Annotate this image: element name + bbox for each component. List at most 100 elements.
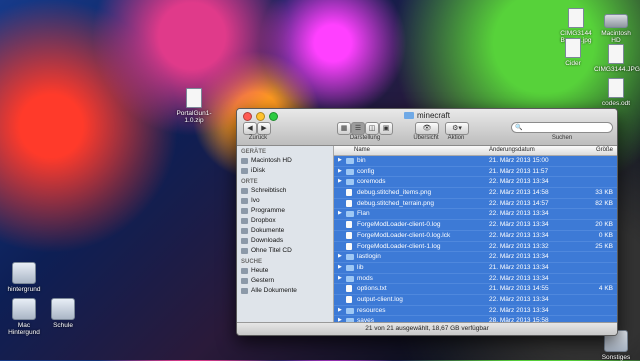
idisk-icon xyxy=(241,168,248,174)
disclosure-triangle-icon[interactable]: ▶ xyxy=(338,177,342,187)
sidebar-item-ivo[interactable]: Ivo xyxy=(237,196,333,206)
column-header: Name Änderungsdatum Größe xyxy=(334,146,617,156)
file-size: 0 KB xyxy=(598,231,613,239)
document-icon xyxy=(346,231,352,239)
file-row[interactable]: output-client.log 22. März 2013 13:34 xyxy=(334,294,617,306)
sidebar-item-alle-dokumente[interactable]: Alle Dokumente xyxy=(237,286,333,296)
folder-icon xyxy=(346,211,354,218)
file-date: 21. März 2013 15:00 xyxy=(489,157,549,164)
disclosure-triangle-icon[interactable]: ▶ xyxy=(338,167,342,177)
file-name: debug.stitched_items.png xyxy=(357,189,432,197)
desktop-icon-hintergrund[interactable]: hintergrund xyxy=(4,262,44,293)
desktop-icon xyxy=(241,188,248,194)
desktop-icon-cimg[interactable]: CIMG3144.JPG xyxy=(594,44,640,73)
file-row[interactable]: ForgeModLoader-client-1.log 22. März 2013… xyxy=(334,241,617,253)
desktop-icon-portalgun[interactable]: PortalGun1-1.0.zip xyxy=(172,88,216,124)
file-row[interactable]: ▶ resources 22. März 2013 13:34 xyxy=(334,305,617,317)
file-name: config xyxy=(357,167,375,175)
view-list-button[interactable]: ☰ xyxy=(351,122,365,135)
disclosure-triangle-icon[interactable]: ▶ xyxy=(338,252,342,262)
back-button[interactable]: ◀ xyxy=(243,122,257,135)
file-row[interactable]: ▶ config 21. März 2013 11:57 xyxy=(334,166,617,178)
disclosure-triangle-icon[interactable]: ▶ xyxy=(338,263,342,273)
document-icon xyxy=(346,242,352,250)
view-columns-button[interactable]: ◫ xyxy=(365,122,379,135)
quicklook-label: Übersicht xyxy=(413,135,439,141)
view-icons-button[interactable]: ▦ xyxy=(337,122,351,135)
file-row[interactable]: ▶ mods 22. März 2013 13:34 xyxy=(334,273,617,285)
document-icon xyxy=(346,189,352,197)
disclosure-triangle-icon[interactable]: ▶ xyxy=(338,306,342,316)
file-row[interactable]: options.txt 21. März 2013 14:55 4 KB xyxy=(334,284,617,295)
file-size: 4 KB xyxy=(598,285,613,293)
disclosure-triangle-icon[interactable]: ▶ xyxy=(338,209,342,219)
search-label: Suchen xyxy=(551,135,573,141)
file-row[interactable]: ForgeModLoader-client-0.log.lck 22. März … xyxy=(334,230,617,242)
desktop-icon-mac-hintergund[interactable]: Mac Hintergund xyxy=(4,298,44,336)
document-icon xyxy=(346,221,352,229)
file-date: 22. März 2013 14:57 xyxy=(489,199,549,207)
folder-icon xyxy=(346,168,354,175)
disclosure-triangle-icon[interactable]: ▶ xyxy=(338,156,342,166)
sidebar-item-macintosh-hd[interactable]: Macintosh HD xyxy=(237,156,333,166)
file-name: lib xyxy=(357,263,364,271)
finder-window[interactable]: minecraft ◀ ▶ Zurück ▦ ☰ ◫ ▣ Darstellung… xyxy=(236,108,618,336)
sidebar-item-gestern[interactable]: Gestern xyxy=(237,276,333,286)
document-icon xyxy=(346,199,352,207)
sidebar-header-places: ORTE xyxy=(241,179,258,185)
search-input[interactable] xyxy=(511,122,613,134)
column-date[interactable]: Änderungsdatum xyxy=(489,147,535,153)
desktop-icon-codes[interactable]: codes.odt xyxy=(596,78,636,107)
file-date: 21. März 2013 13:34 xyxy=(489,263,549,271)
sidebar-item-dokumente[interactable]: Dokumente xyxy=(237,226,333,236)
image-file-icon xyxy=(608,44,624,64)
column-name[interactable]: Name xyxy=(354,147,370,153)
sidebar-item-dropbox[interactable]: Dropbox xyxy=(237,216,333,226)
view-coverflow-button[interactable]: ▣ xyxy=(379,122,393,135)
window-titlebar[interactable]: minecraft ◀ ▶ Zurück ▦ ☰ ◫ ▣ Darstellung… xyxy=(237,109,617,146)
folder-icon xyxy=(51,298,75,320)
folder-icon xyxy=(346,307,354,314)
file-row[interactable]: ▶ Flan 22. März 2013 13:34 xyxy=(334,209,617,221)
sidebar-item-programme[interactable]: Programme xyxy=(237,206,333,216)
forward-button[interactable]: ▶ xyxy=(257,122,271,135)
file-date: 22. März 2013 13:34 xyxy=(489,295,549,303)
view-label: Darstellung xyxy=(349,135,381,141)
file-name: lastlogin xyxy=(357,253,381,261)
desktop-icon-schule[interactable]: Schule xyxy=(46,298,80,329)
downloads-icon xyxy=(241,238,248,244)
sidebar-item-ohne-titel-cd[interactable]: Ohne Titel CD xyxy=(237,246,333,256)
sidebar-item-schreibtisch[interactable]: Schreibtisch xyxy=(237,186,333,196)
desktop-icon-macintosh-hd[interactable]: Macintosh HD xyxy=(596,8,636,44)
document-icon xyxy=(346,285,352,293)
folder-icon xyxy=(12,262,36,284)
sidebar-item-downloads[interactable]: Downloads xyxy=(237,236,333,246)
sidebar-item-heute[interactable]: Heute xyxy=(237,266,333,276)
disclosure-triangle-icon[interactable]: ▶ xyxy=(338,274,342,284)
action-button[interactable]: ⚙▾ xyxy=(445,122,469,135)
file-row[interactable]: ▶ coremods 22. März 2013 13:34 xyxy=(334,177,617,189)
folder-icon xyxy=(346,264,354,271)
file-size: 20 KB xyxy=(595,221,613,229)
file-name: ForgeModLoader-client-0.log xyxy=(357,221,441,229)
file-date: 22. März 2013 13:34 xyxy=(489,253,549,261)
file-row[interactable]: ▶ lib 21. März 2013 13:34 xyxy=(334,262,617,274)
file-name: mods xyxy=(357,274,373,282)
file-name: ForgeModLoader-client-0.log.lck xyxy=(357,231,451,239)
column-size[interactable]: Größe xyxy=(596,147,613,153)
file-list: Name Änderungsdatum Größe ▶ bin 21. März 2… xyxy=(334,146,617,323)
folder-icon xyxy=(12,298,36,320)
file-row[interactable]: ▶ lastlogin 22. März 2013 13:34 xyxy=(334,252,617,263)
file-row[interactable]: debug.stitched_items.png 22. März 2013 14… xyxy=(334,188,617,199)
file-row[interactable]: debug.stitched_terrain.png 22. März 2013 … xyxy=(334,198,617,210)
file-row[interactable]: ▶ bin 21. März 2013 15:00 xyxy=(334,156,617,167)
file-name: bin xyxy=(357,157,366,164)
folder-icon xyxy=(346,275,354,282)
desktop-icon-cider[interactable]: Cider xyxy=(556,38,590,67)
file-name: Flan xyxy=(357,210,370,218)
sidebar-item-idisk[interactable]: iDisk xyxy=(237,166,333,176)
quicklook-button[interactable]: 👁 xyxy=(415,122,439,135)
file-size: 82 KB xyxy=(595,199,613,207)
clock-icon xyxy=(241,268,248,274)
file-row[interactable]: ForgeModLoader-client-0.log 22. März 2013… xyxy=(334,220,617,231)
